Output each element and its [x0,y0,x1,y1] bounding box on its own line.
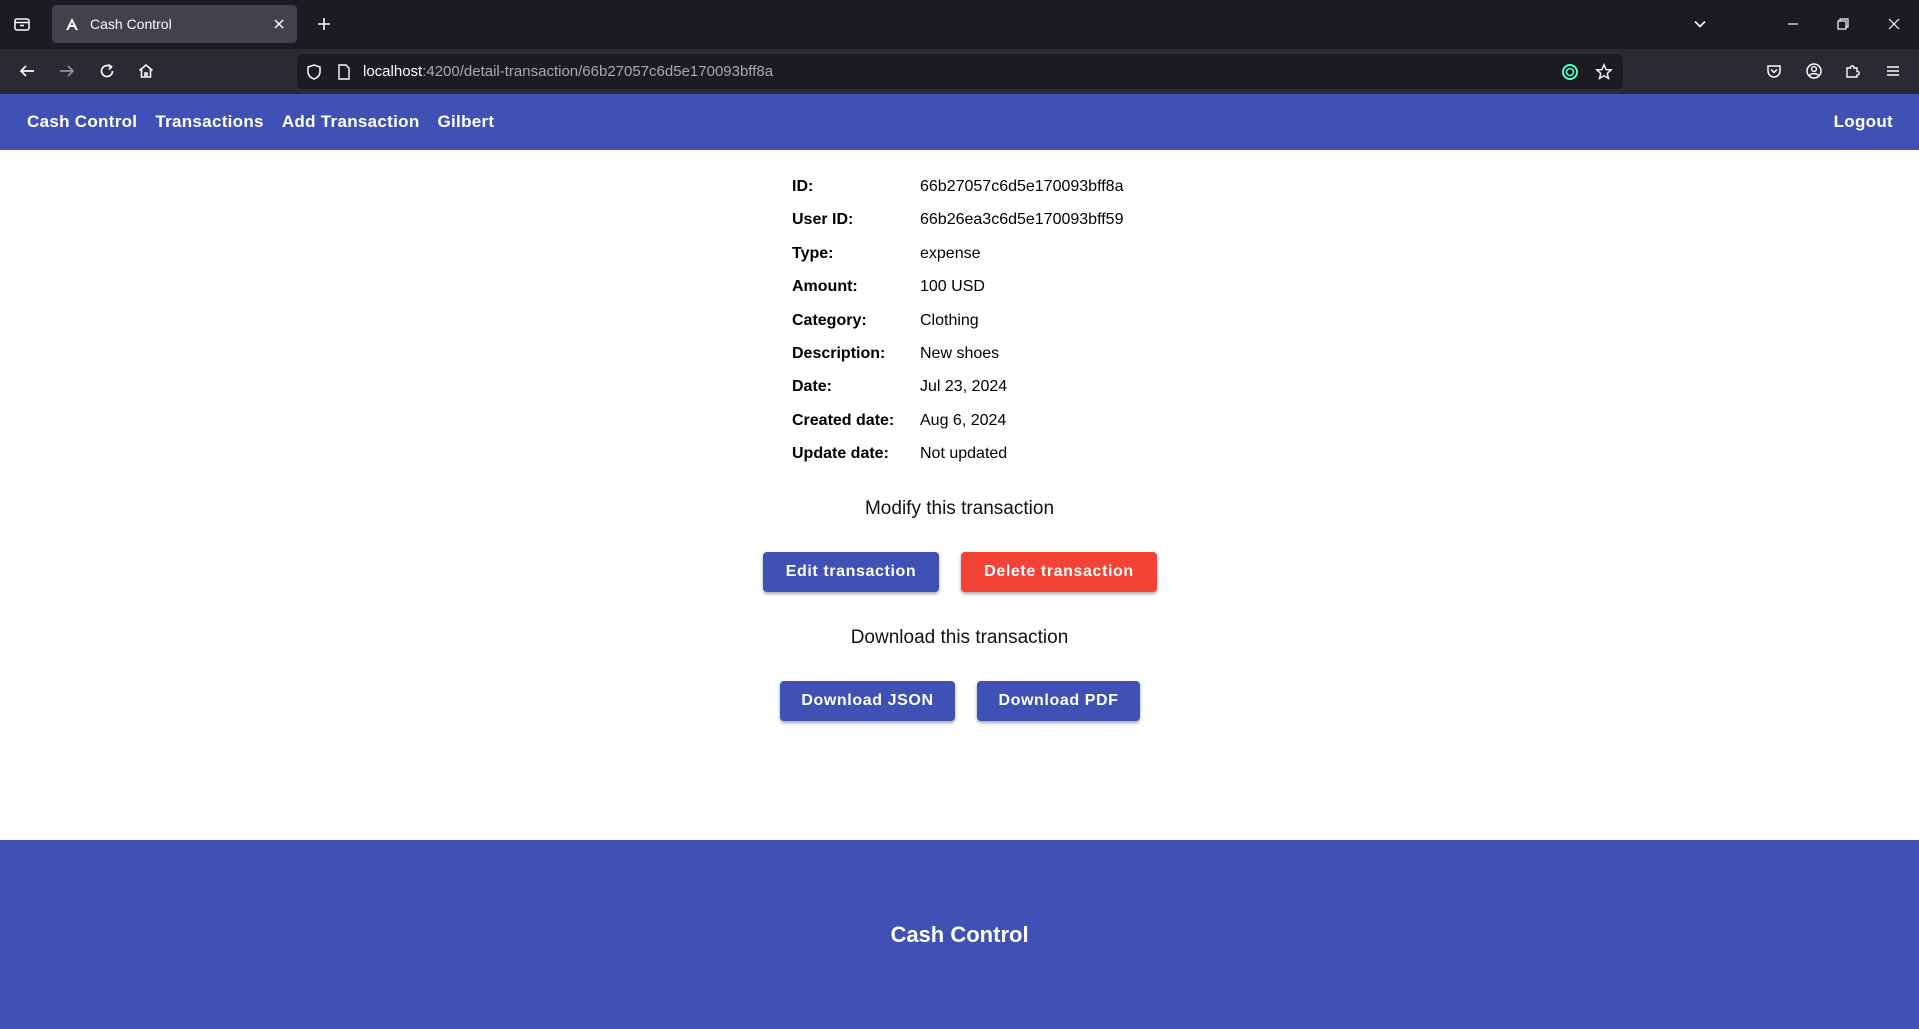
download-pdf-button[interactable]: Download PDF [977,681,1140,721]
browser-tab[interactable]: Cash Control [52,5,297,43]
browser-nav-bar: localhost:4200/detail-transaction/66b270… [0,49,1919,94]
app-footer: Cash Control [0,840,1919,1029]
close-window-icon[interactable] [1880,10,1908,38]
download-json-button[interactable]: Download JSON [780,681,955,721]
minimize-icon[interactable] [1779,10,1807,38]
detail-label: Description: [792,344,886,362]
forward-arrow-icon[interactable] [52,57,82,85]
detail-row-category: Category: Clothing [792,312,1123,345]
footer-title: Cash Control [890,921,1029,947]
detail-label: Type: [792,244,834,262]
detail-label: ID: [792,178,814,195]
detail-row-update-date: Update date: Not updated [792,445,1123,478]
detail-row-amount: Amount: 100 USD [792,278,1123,311]
bookmark-star-icon[interactable] [1595,62,1613,81]
detail-row-created-date: Created date: Aug 6, 2024 [792,412,1123,445]
restore-icon[interactable] [1829,10,1857,38]
download-section-title: Download this transaction [850,627,1069,648]
url-host: localhost [363,63,423,80]
url-bar[interactable]: localhost:4200/detail-transaction/66b270… [297,54,1623,89]
page-info-icon[interactable] [337,63,351,80]
detail-label: Amount: [792,278,858,296]
browser-tab-bar: Cash Control [0,0,1919,49]
tab-overflow-chevron-icon[interactable] [1686,10,1714,38]
angular-favicon-icon [64,16,80,32]
detail-value: Clothing [920,311,979,329]
detail-label: User ID: [792,211,854,229]
detail-value: 100 USD [920,278,985,296]
detail-row-description: Description: New shoes [792,345,1123,378]
detail-row-date: Date: Jul 23, 2024 [792,378,1123,411]
detail-value: Jul 23, 2024 [920,378,1008,396]
detail-row-id: ID: 66b27057c6d5e170093bff8a [792,178,1123,211]
detail-label: Created date: [792,411,895,429]
detail-value: Not updated [920,445,1008,463]
nav-link-user[interactable]: Gilbert [438,112,495,132]
detail-value: Aug 6, 2024 [920,411,1007,429]
nav-link-transactions[interactable]: Transactions [155,112,263,132]
detail-value: expense [920,244,981,262]
nav-link-cash-control[interactable]: Cash Control [27,112,137,132]
menu-hamburger-icon[interactable] [1878,57,1908,85]
shield-icon[interactable] [305,63,323,81]
edit-transaction-button[interactable]: Edit transaction [763,552,939,592]
pocket-icon[interactable] [1759,57,1789,85]
tab-close-icon[interactable] [267,12,291,36]
logout-link[interactable]: Logout [1834,112,1893,132]
detail-row-user-id: User ID: 66b26ea3c6d5e170093bff59 [792,211,1123,244]
tab-title: Cash Control [90,16,172,32]
extensions-puzzle-icon[interactable] [1838,57,1868,85]
extension-status-icon[interactable] [1561,63,1579,81]
delete-transaction-button[interactable]: Delete transaction [961,552,1157,592]
detail-label: Date: [792,378,833,396]
detail-label: Update date: [792,445,889,463]
url-path: :4200/detail-transaction/66b27057c6d5e17… [422,63,774,80]
account-icon[interactable] [1799,57,1829,85]
detail-value: New shoes [920,344,1000,362]
new-tab-icon[interactable] [310,10,338,38]
app-toolbar: Cash Control Transactions Add Transactio… [0,94,1919,150]
url-text: localhost:4200/detail-transaction/66b270… [363,63,773,80]
reload-icon[interactable] [92,57,122,85]
detail-value: 66b26ea3c6d5e170093bff59 [920,211,1124,229]
transaction-details: ID: 66b27057c6d5e170093bff8a User ID: 66… [792,178,1123,479]
detail-row-type: Type: expense [792,245,1123,278]
detail-value: 66b27057c6d5e170093bff8a [920,178,1124,195]
back-arrow-icon[interactable] [12,57,42,85]
home-icon[interactable] [131,57,161,85]
tab-list-icon[interactable] [8,10,36,38]
modify-section-title: Modify this transaction [864,498,1055,519]
detail-label: Category: [792,311,867,329]
nav-link-add-transaction[interactable]: Add Transaction [282,112,420,132]
